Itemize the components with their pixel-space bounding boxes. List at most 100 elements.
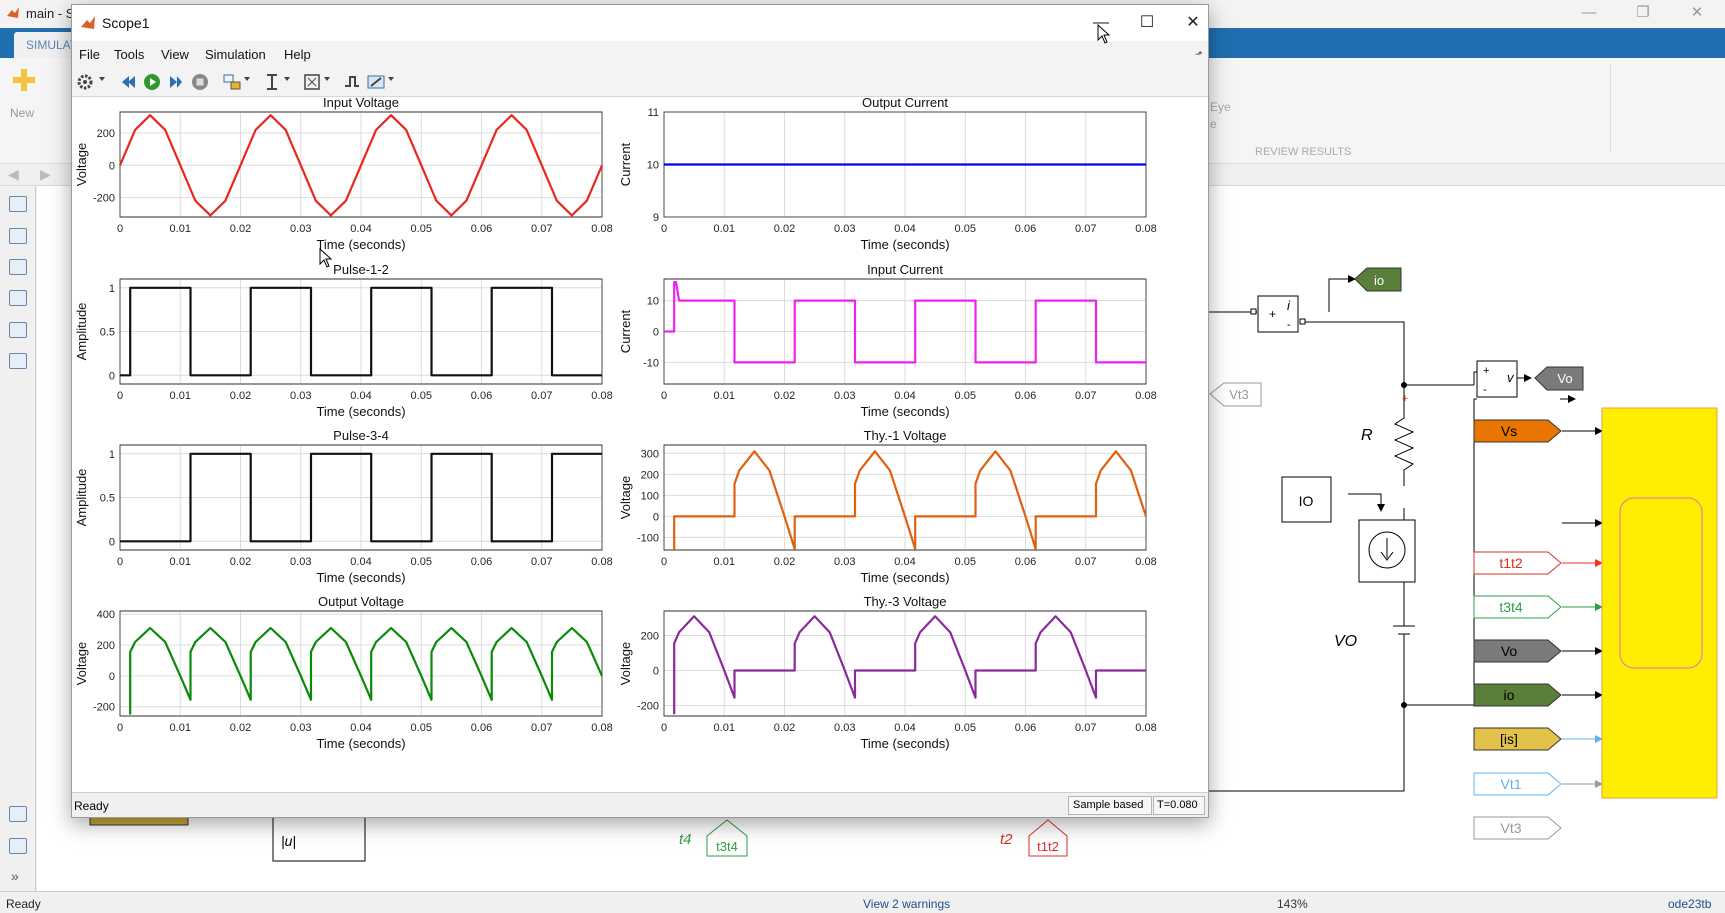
autoscale-icon[interactable] (302, 72, 322, 92)
camera-icon[interactable] (9, 806, 27, 822)
highlight-block-icon[interactable] (222, 72, 242, 92)
is-from-tag[interactable]: [is] (1473, 727, 1562, 751)
stop-icon[interactable] (190, 72, 210, 92)
new-icon[interactable] (10, 66, 38, 94)
thy-3-voltage-xtick-label: 0.04 (894, 722, 915, 734)
t3t4-from-label: t3t4 (1499, 599, 1523, 615)
pulse-1-2-panel: 0 0.01 0.02 0.03 0.04 0.05 0.06 0.07 0.08 0 0.5 1 Pu… (74, 262, 613, 419)
thy-3-voltage-panel: 0 0.01 0.02 0.03 0.04 0.05 0.06 0.07 0.08-200020… (618, 594, 1157, 751)
abs-block[interactable]: |u| (272, 812, 366, 862)
t4-label: t4 (679, 831, 692, 848)
vt1-from-tag[interactable]: Vt1 (1473, 772, 1562, 796)
input-current-xtick-label: 0.05 (955, 390, 976, 402)
pulse-1-2-xtick-label: 0.05 (411, 390, 432, 402)
zoom-icon[interactable] (9, 196, 27, 212)
t1t2-from-label: t1t2 (1499, 555, 1523, 571)
pulse-1-2-xtick-label: 0.08 (591, 390, 612, 402)
expand-icon[interactable]: » (11, 868, 19, 884)
autoscale-dropdown-icon[interactable] (324, 77, 330, 81)
main-maximize-button[interactable]: ❐ (1620, 0, 1666, 28)
t1t2-from-tag[interactable]: t1t2 (1473, 551, 1562, 575)
trigger-icon[interactable] (342, 72, 362, 92)
thy-1-voltage-ytick-label: 100 (641, 490, 659, 502)
pulse-3-4-xtick-label: 0.06 (471, 556, 492, 568)
scope-block[interactable] (1601, 407, 1718, 799)
scope-maximize-button[interactable]: ☐ (1124, 9, 1170, 37)
block-palette-sidebar: » (0, 186, 36, 891)
io-from-tag[interactable]: io (1473, 683, 1562, 707)
input-voltage-ylabel: Voltage (74, 143, 89, 186)
settings-gear-icon[interactable] (75, 72, 95, 92)
thy-1-voltage-title: Thy.-1 Voltage (864, 428, 947, 443)
t3t4-bottom-tag[interactable]: t3t4 (706, 819, 748, 857)
area-icon[interactable] (9, 353, 27, 369)
step-back-icon[interactable] (118, 72, 138, 92)
t3t4-from-tag[interactable]: t3t4 (1473, 595, 1562, 619)
t1t2-bottom-tag[interactable]: t1t2 (1028, 819, 1068, 857)
view-warnings-link[interactable]: View 2 warnings (863, 897, 950, 911)
thy-1-voltage-xtick-label: 0 (661, 556, 667, 568)
arrow-icon[interactable] (9, 259, 27, 275)
pulse-1-2-ytick-label: 0 (109, 370, 115, 382)
vs-from-tag[interactable]: Vs (1473, 419, 1562, 443)
scope-titlebar[interactable]: Scope1 — ☐ ✕ (72, 5, 1208, 41)
model-browser-icon[interactable] (9, 838, 27, 854)
image-icon[interactable] (9, 322, 27, 338)
menu-tools[interactable]: Tools (114, 47, 144, 62)
vt1-from-label: Vt1 (1500, 776, 1521, 792)
menu-help[interactable]: Help (284, 47, 311, 62)
output-current-xlabel: Time (seconds) (860, 237, 949, 252)
io-constant-block[interactable]: IO (1281, 476, 1332, 523)
input-current-panel: 0 0.01 0.02 0.03 0.04 0.05 0.06 0.07 0.08 -10 0 10 I… (618, 262, 1157, 419)
cursor-measurements-icon[interactable] (366, 72, 386, 92)
vt3-from-tag[interactable]: Vt3 (1209, 382, 1262, 407)
back-icon[interactable]: ◀ (8, 166, 19, 183)
main-minimize-button[interactable]: — (1566, 0, 1612, 28)
menu-file[interactable]: File (79, 47, 100, 62)
fit-view-icon[interactable] (9, 228, 27, 244)
input-voltage-xtick-label: 0.02 (230, 223, 251, 235)
solver-link[interactable]: ode23tb (1668, 897, 1711, 911)
zoom-tools-icon[interactable] (262, 72, 282, 92)
vt3-from-tag-2[interactable]: Vt3 (1473, 816, 1562, 840)
zoom-dropdown-icon[interactable] (284, 77, 290, 81)
dc-voltage-source[interactable]: VO (1334, 611, 1415, 686)
output-current-xtick-label: 0.02 (774, 223, 795, 235)
input-current-title: Input Current (867, 262, 943, 277)
voltage-sensor-block[interactable]: + v - (1476, 360, 1532, 398)
scope-menubar: File Tools View Simulation Help ⬏ (72, 41, 1208, 67)
output-voltage-xtick-label: 0.07 (531, 722, 552, 734)
pulse-3-4-xtick-label: 0.01 (170, 556, 191, 568)
settings-dropdown-icon[interactable] (99, 77, 105, 81)
input-current-xtick-label: 0.03 (834, 390, 855, 402)
undock-icon[interactable]: ⬏ (1195, 49, 1203, 60)
thy-1-voltage-xtick-label: 0.05 (955, 556, 976, 568)
annotation-icon[interactable] (9, 290, 27, 306)
menu-simulation[interactable]: Simulation (205, 47, 266, 62)
pulse-1-2-title: Pulse-1-2 (333, 262, 389, 277)
abs-block-label: |u| (281, 833, 296, 849)
voltage-sensor-plus: + (1483, 365, 1489, 377)
pulse-3-4-xtick-label: 0.05 (411, 556, 432, 568)
current-sensor-block[interactable]: + i - (1250, 295, 1306, 333)
step-forward-icon[interactable] (166, 72, 186, 92)
vo-tag[interactable]: Vo (1534, 366, 1584, 391)
input-voltage-xtick-label: 0.06 (471, 223, 492, 235)
thy-1-voltage-xtick-label: 0.03 (834, 556, 855, 568)
resistor-block[interactable]: + R (1361, 393, 1415, 486)
pulse-3-4-ylabel: Amplitude (74, 469, 89, 527)
pulse-1-2-xtick-label: 0.07 (531, 390, 552, 402)
run-icon[interactable] (142, 72, 162, 92)
measurements-dropdown-icon[interactable] (388, 77, 394, 81)
output-voltage-xtick-label: 0.04 (350, 722, 371, 734)
output-voltage-xlabel: Time (seconds) (316, 736, 405, 751)
io-tag[interactable]: io (1354, 267, 1402, 292)
current-source-block[interactable] (1358, 519, 1416, 583)
vo-from-tag[interactable]: Vo (1473, 639, 1562, 663)
highlight-dropdown-icon[interactable] (244, 77, 250, 81)
forward-icon[interactable]: ▶ (40, 166, 51, 183)
main-close-button[interactable]: ✕ (1674, 0, 1720, 28)
scope-close-button[interactable]: ✕ (1170, 9, 1216, 37)
tab-simulation[interactable]: SIMULAT (14, 32, 78, 58)
menu-view[interactable]: View (161, 47, 189, 62)
